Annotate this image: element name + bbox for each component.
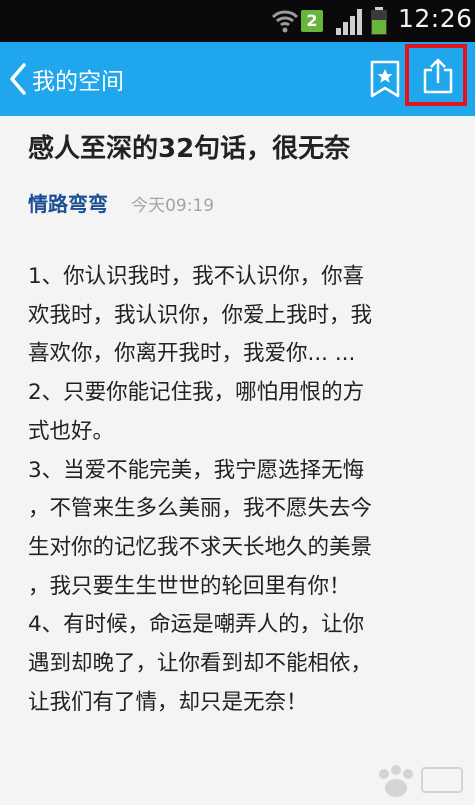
body-line: ，我只要生生世世的轮回里有你！ <box>28 573 351 599</box>
nav-bar: 我的空间 <box>0 42 475 116</box>
body-line: 生对你的记忆我不求天长地久的美景 <box>28 534 373 560</box>
body-line: 让我们有了情，却只是无奈！ <box>28 689 308 715</box>
author-name[interactable]: 情路弯弯 <box>28 192 108 216</box>
sim-badge: 2 <box>301 10 323 32</box>
article-body: 1、你认识我时，我不认识你，你喜 欢我时，我认识你，你爱上我时，我 喜欢你，你离… <box>28 258 453 722</box>
share-button[interactable] <box>405 44 467 106</box>
baidu-watermark-logo <box>379 765 463 797</box>
publish-time: 今天09:19 <box>131 196 215 216</box>
battery-icon <box>371 7 387 35</box>
body-line: 2、只要你能记住我，哪怕用恨的方 <box>28 380 365 406</box>
body-line: 喜欢你，你离开我时，我爱你... ... <box>28 341 356 367</box>
article-title: 感人至深的32句话，很无奈 <box>28 134 351 164</box>
signal-icon <box>336 9 362 35</box>
article-meta: 情路弯弯 今天09:19 <box>28 188 214 217</box>
body-line: 遇到却晚了，让你看到却不能相依， <box>28 651 373 677</box>
body-line: 3、当爱不能完美，我宁愿选择无悔 <box>28 457 365 483</box>
clock: 12:26 <box>398 4 473 33</box>
wifi-icon <box>271 10 299 33</box>
body-line: ，不管来生多么美丽，我不愿失去今 <box>28 496 373 522</box>
back-button-label[interactable]: 我的空间 <box>32 62 124 96</box>
back-chevron-icon[interactable] <box>8 62 28 96</box>
bookmark-star-icon <box>370 60 400 98</box>
bookmark-button[interactable] <box>366 59 404 99</box>
body-line: 欢我时，我认识你，你爱上我时，我 <box>28 302 373 328</box>
share-icon <box>423 58 453 94</box>
body-line: 4、有时候，命运是嘲弄人的，让你 <box>28 612 365 638</box>
status-bar: 2 12:26 <box>0 0 475 42</box>
body-line: 式也好。 <box>28 418 115 444</box>
body-line: 1、你认识我时，我不认识你，你喜 <box>28 264 365 289</box>
